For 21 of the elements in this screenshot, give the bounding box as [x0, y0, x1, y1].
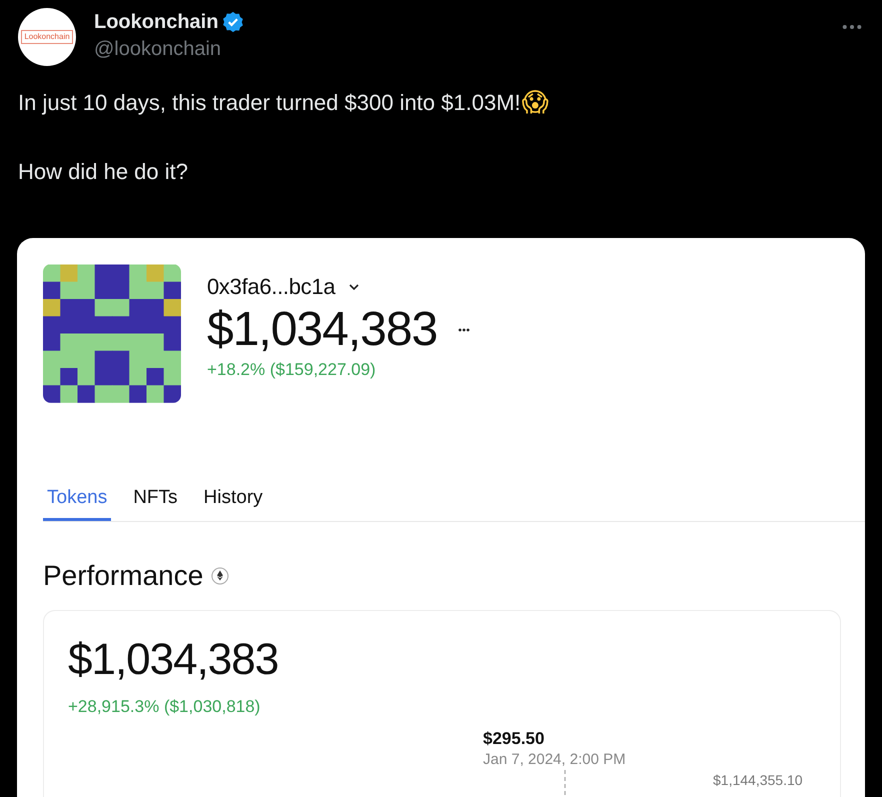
author-name[interactable]: Lookonchain [94, 10, 218, 34]
chart-max-label: $1,144,355.10 [713, 772, 803, 788]
section-title: Performance [43, 560, 204, 592]
chevron-down-icon[interactable] [349, 284, 360, 290]
tooltip-date: Jan 7, 2024, 2:00 PM [483, 750, 626, 768]
post-text: How did he do it? [18, 159, 188, 186]
performance-change: +28,915.3% ($1,030,818) [68, 696, 262, 717]
avatar-logo-text: Lookonchain [21, 30, 73, 44]
tab[interactable]: History [200, 472, 267, 521]
emoji: 😱 [522, 88, 549, 118]
wallet-address[interactable]: 0x3fa6...bc1a [207, 274, 336, 300]
tab[interactable]: Tokens [43, 472, 112, 521]
wallet-balance: $1,034,383 [207, 302, 438, 358]
avatar[interactable]: Lookonchain [18, 8, 76, 66]
author-handle[interactable]: @lookonchain [94, 38, 842, 61]
balance-change: +18.2% ($159,227.09) [207, 360, 377, 380]
performance-value: $1,034,383 [68, 634, 280, 685]
more-icon[interactable] [457, 328, 472, 332]
tooltip-price: $295.50 [483, 728, 546, 749]
tab[interactable]: NFTs [129, 472, 182, 521]
post-text: In just 10 days, this trader turned $300 into $1.03M! [18, 90, 521, 116]
